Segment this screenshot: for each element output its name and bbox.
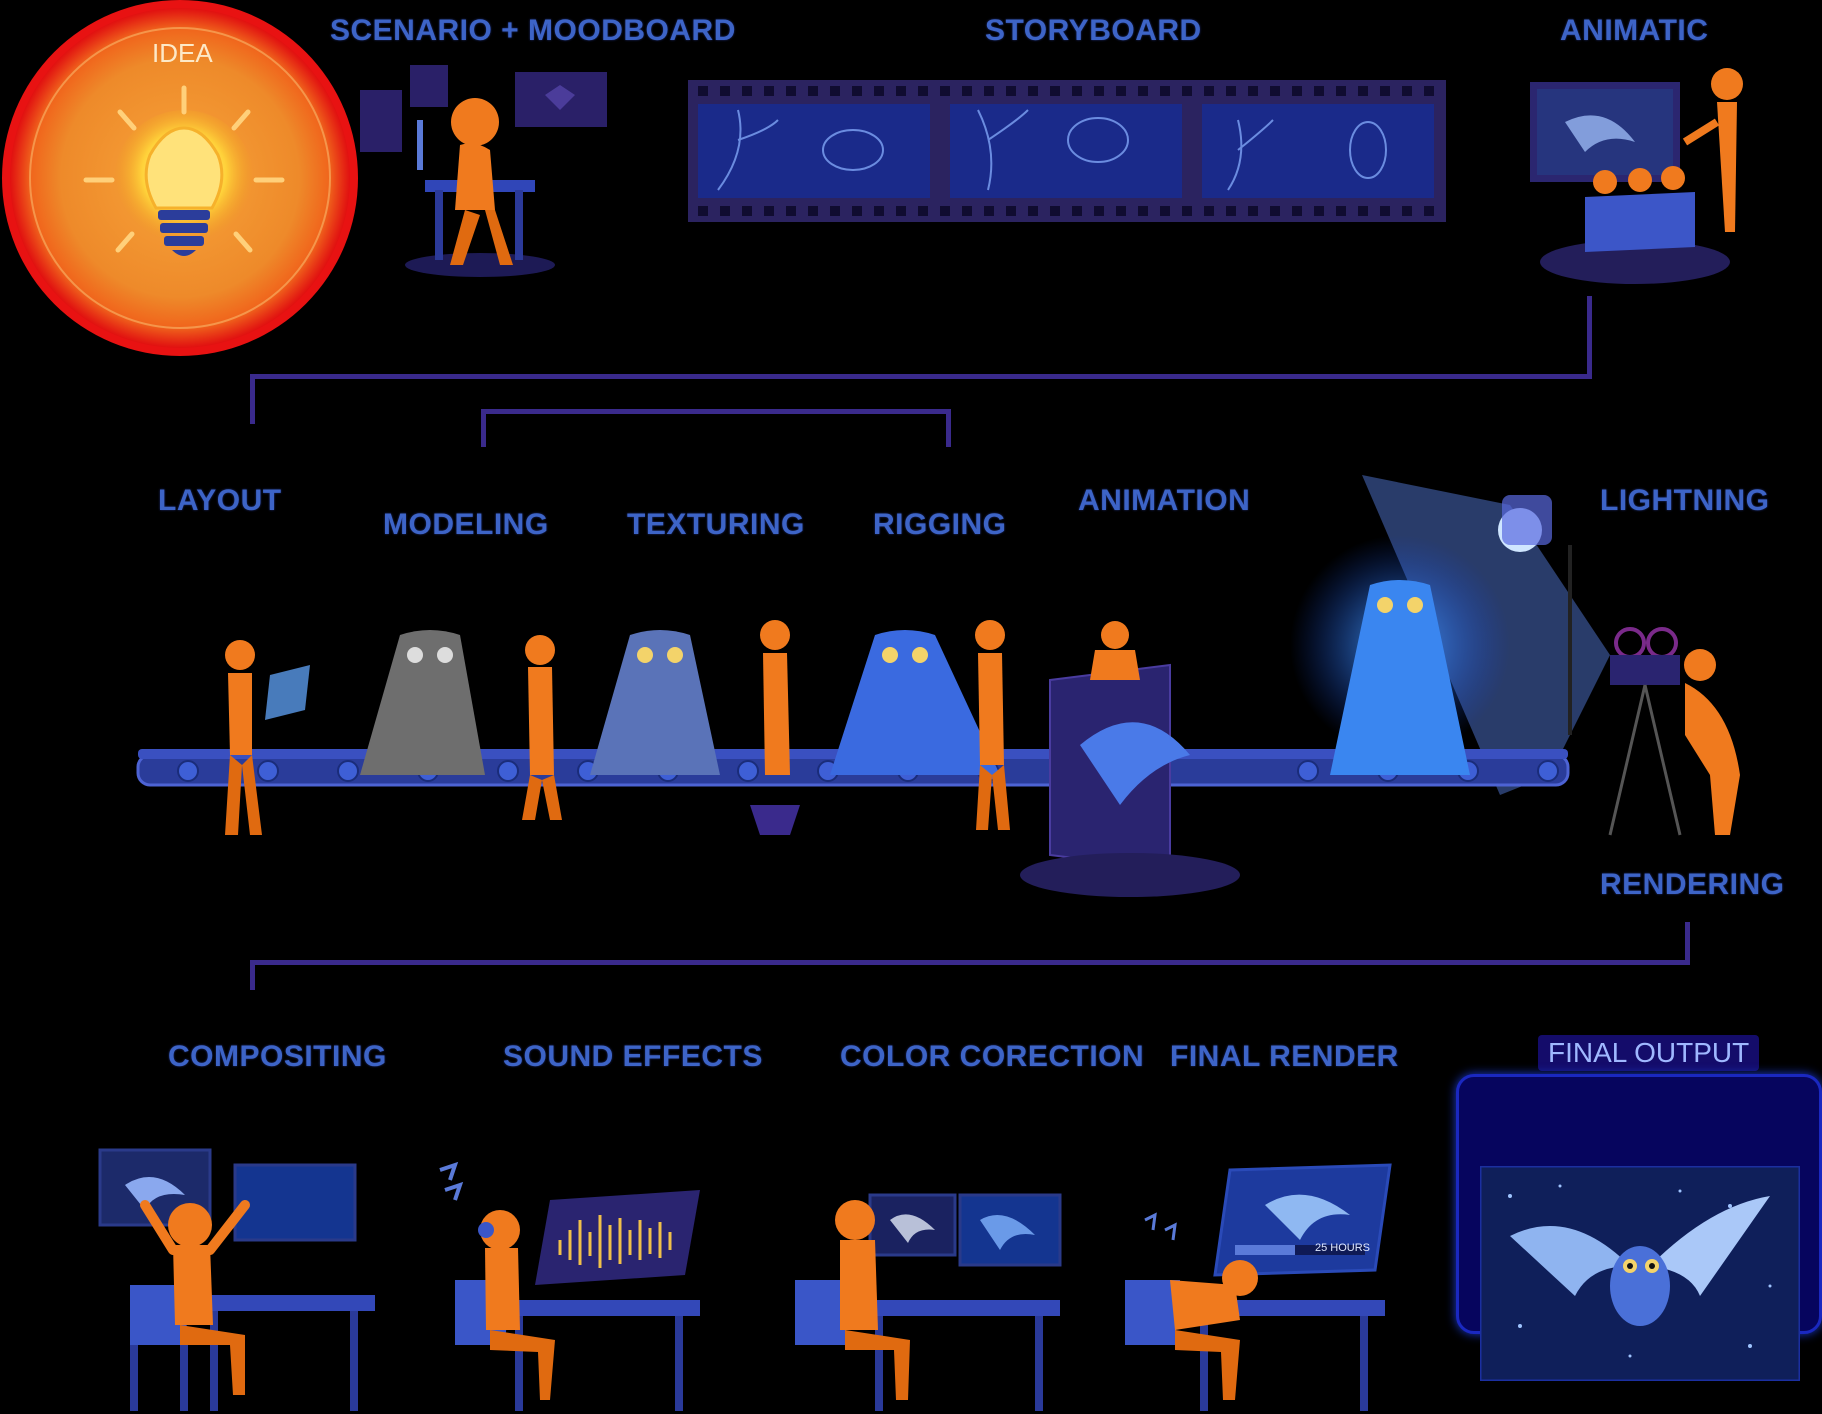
connector-bottom-left-vertical — [250, 960, 255, 990]
label-scenario-moodboard: SCENARIO + MOODBOARD — [330, 14, 736, 47]
animatic-illustration — [1525, 62, 1765, 292]
idea-label: IDEA — [152, 38, 213, 68]
bracket-right — [946, 409, 951, 447]
final-render-illustration — [1115, 1160, 1395, 1414]
scenario-illustration — [355, 60, 615, 280]
connector-top-horizontal — [250, 374, 1592, 379]
final-output-image — [1480, 1166, 1800, 1381]
sound-effects-illustration — [430, 1160, 710, 1414]
label-sound-effects: SOUND EFFECTS — [503, 1040, 763, 1073]
bracket-left — [481, 409, 486, 447]
connector-top-left-vertical — [250, 374, 255, 424]
connector-top-right-vertical — [1587, 296, 1592, 379]
compositing-illustration — [95, 1145, 375, 1414]
label-storyboard: STORYBOARD — [985, 14, 1202, 47]
color-correction-illustration — [790, 1185, 1070, 1414]
label-final-output: FINAL OUTPUT — [1538, 1035, 1760, 1071]
label-final-render: FINAL RENDER — [1170, 1040, 1399, 1073]
bracket-horizontal — [481, 409, 951, 414]
connector-bottom-right-vertical — [1685, 922, 1690, 965]
label-color-correction: COLOR CORECTION — [840, 1040, 1145, 1073]
render-time-readout: 25 HOURS — [1315, 1242, 1371, 1254]
label-compositing: COMPOSITING — [168, 1040, 387, 1073]
label-animatic: ANIMATIC — [1560, 14, 1709, 47]
conveyor-belt — [130, 475, 1780, 915]
connector-bottom-horizontal — [250, 960, 1690, 965]
storyboard-filmstrip — [688, 80, 1446, 222]
